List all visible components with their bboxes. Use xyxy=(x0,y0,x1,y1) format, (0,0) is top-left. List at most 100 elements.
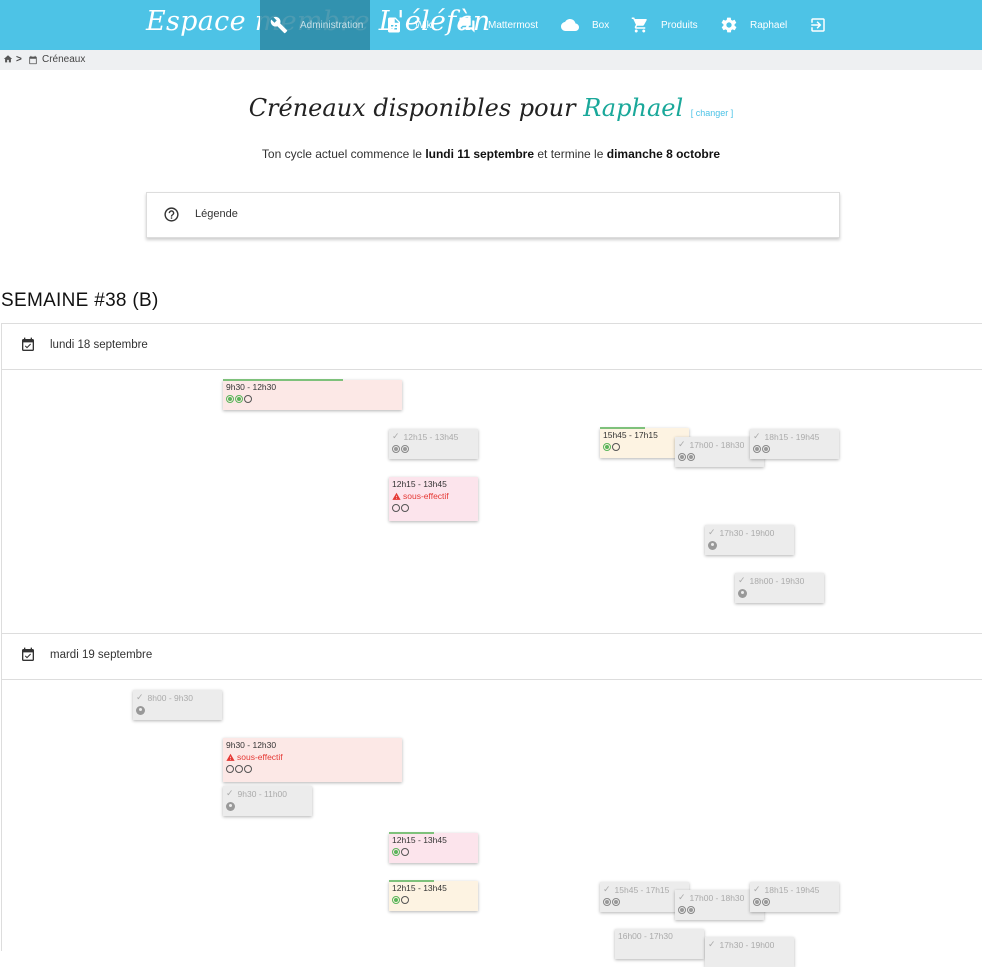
slot[interactable]: ✓ 17h30 - 19h00 xyxy=(705,937,794,967)
title-prefix: Créneaux disponibles pour xyxy=(248,94,576,122)
check-icon: ✓ xyxy=(226,788,234,798)
nav-item-raphael[interactable]: Raphael xyxy=(720,0,787,50)
slot[interactable]: 9h30 - 12h30 sous-effectif xyxy=(223,738,402,782)
slot[interactable]: 12h15 - 13h45 xyxy=(389,832,478,863)
fill-bar xyxy=(223,379,343,381)
nav-label-mattermost: Mattermost xyxy=(488,19,539,31)
place-taken xyxy=(687,453,695,461)
logout-icon xyxy=(811,18,825,32)
week-title: SEMAINE #38 (B) xyxy=(1,290,159,311)
slot-places xyxy=(392,848,475,856)
slot-places xyxy=(753,898,836,906)
slot[interactable]: 16h00 - 17h30 xyxy=(615,929,704,959)
cycle-mid: et termine le xyxy=(537,147,604,161)
place-taken xyxy=(687,906,695,914)
legend-panel[interactable]: Légende xyxy=(146,192,840,238)
nav-label-produits: Produits xyxy=(661,19,698,31)
warning: sous-effectif xyxy=(392,491,475,501)
slot[interactable]: ✓ 9h30 - 11h00 xyxy=(223,786,312,816)
slot-places xyxy=(678,453,761,461)
change-user-link[interactable]: [ changer ] xyxy=(691,108,734,118)
check-icon: ✓ xyxy=(678,439,686,449)
slot-time: 9h30 - 12h30 xyxy=(226,740,277,750)
warning-text: sous-effectif xyxy=(237,752,283,762)
nav-label-box: Box xyxy=(592,19,610,31)
slot-time: 8h00 - 9h30 xyxy=(147,692,193,703)
title-user: Raphael xyxy=(583,94,684,122)
slot[interactable]: 9h30 - 12h30 xyxy=(223,379,402,410)
day-header-monday[interactable]: lundi 18 septembre xyxy=(1,323,982,370)
slot[interactable]: ✓ 17h30 - 19h00 xyxy=(705,525,794,555)
slot-time: 18h15 - 19h45 xyxy=(764,431,820,442)
place-taken xyxy=(678,453,686,461)
slot[interactable]: 12h15 - 13h45 sous-effectif xyxy=(389,477,478,521)
calendar-check-icon xyxy=(22,337,34,351)
check-icon: ✓ xyxy=(136,692,144,702)
slot-places xyxy=(226,395,399,403)
check-icon: ✓ xyxy=(678,892,686,902)
slot-places xyxy=(753,445,836,453)
breadcrumb-current[interactable]: Créneaux xyxy=(28,54,85,65)
slot[interactable]: 12h15 - 13h45 xyxy=(389,880,478,911)
cycle-info: Ton cycle actuel commence le lundi 11 se… xyxy=(0,147,982,161)
slot[interactable]: ✓ 12h15 - 13h45 xyxy=(389,429,478,459)
slot-time: 12h15 - 13h45 xyxy=(392,835,447,845)
place-filled xyxy=(235,395,243,403)
place-taken xyxy=(612,898,620,906)
slot-time: 15h45 - 17h15 xyxy=(603,430,658,440)
slot-time: 18h15 - 19h45 xyxy=(764,884,820,895)
wrench-icon xyxy=(270,16,288,34)
slot-places xyxy=(392,896,475,904)
logout-button[interactable] xyxy=(809,0,839,50)
place-taken xyxy=(678,906,686,914)
slot[interactable]: ✓ 18h15 - 19h45 xyxy=(750,882,839,912)
place-filled xyxy=(392,848,400,856)
nav-item-wiki[interactable]: Wiki xyxy=(385,0,434,50)
place-empty xyxy=(401,504,409,512)
slot[interactable]: ✓ 8h00 - 9h30 xyxy=(133,690,222,720)
slot-places xyxy=(226,765,399,773)
slot-time: 12h15 - 13h45 xyxy=(392,883,447,893)
warning: sous-effectif xyxy=(226,752,399,762)
document-icon xyxy=(388,17,400,33)
breadcrumb-home[interactable] xyxy=(3,54,13,64)
slot-places xyxy=(603,443,686,451)
slot-time: 17h00 - 18h30 xyxy=(689,439,745,450)
place-taken xyxy=(603,898,611,906)
check-icon: ✓ xyxy=(708,527,716,537)
top-navbar: Espace membre L'éléfàn Administration Wi… xyxy=(0,0,982,50)
place-empty xyxy=(401,896,409,904)
day-label: mardi 19 septembre xyxy=(50,649,153,661)
day-header-tuesday[interactable]: mardi 19 septembre xyxy=(1,633,982,680)
fill-bar xyxy=(389,832,434,834)
warning-icon xyxy=(226,753,235,761)
person-icon xyxy=(738,589,747,598)
check-icon: ✓ xyxy=(753,431,761,441)
slot[interactable]: ✓ 18h00 - 19h30 xyxy=(735,573,824,603)
place-empty xyxy=(226,765,234,773)
slot-time: 12h15 - 13h45 xyxy=(403,431,459,442)
help-icon xyxy=(164,207,179,222)
slot-places xyxy=(603,898,686,906)
nav-item-administration[interactable]: Administration xyxy=(270,0,363,50)
cycle-start: lundi 11 septembre xyxy=(425,147,535,161)
place-taken xyxy=(762,445,770,453)
cycle-prefix: Ton cycle actuel commence le xyxy=(261,147,422,161)
place-empty xyxy=(244,765,252,773)
person-icon xyxy=(226,802,235,811)
cycle-end: dimanche 8 octobre xyxy=(606,147,721,161)
slot-time: 17h00 - 18h30 xyxy=(689,892,745,903)
cart-icon xyxy=(631,17,647,33)
nav-label-wiki: Wiki xyxy=(415,19,434,31)
place-taken xyxy=(401,445,409,453)
nav-item-mattermost[interactable]: Mattermost xyxy=(458,0,538,50)
legend-label: Légende xyxy=(195,208,238,220)
slot-places xyxy=(392,445,475,453)
nav-label-raphael: Raphael xyxy=(750,19,788,31)
slot[interactable]: ✓ 18h15 - 19h45 xyxy=(750,429,839,459)
gear-icon xyxy=(721,17,737,33)
warning-text: sous-effectif xyxy=(403,491,449,501)
nav-item-box[interactable]: Box xyxy=(560,0,609,50)
nav-item-produits[interactable]: Produits xyxy=(631,0,698,50)
place-filled xyxy=(226,395,234,403)
